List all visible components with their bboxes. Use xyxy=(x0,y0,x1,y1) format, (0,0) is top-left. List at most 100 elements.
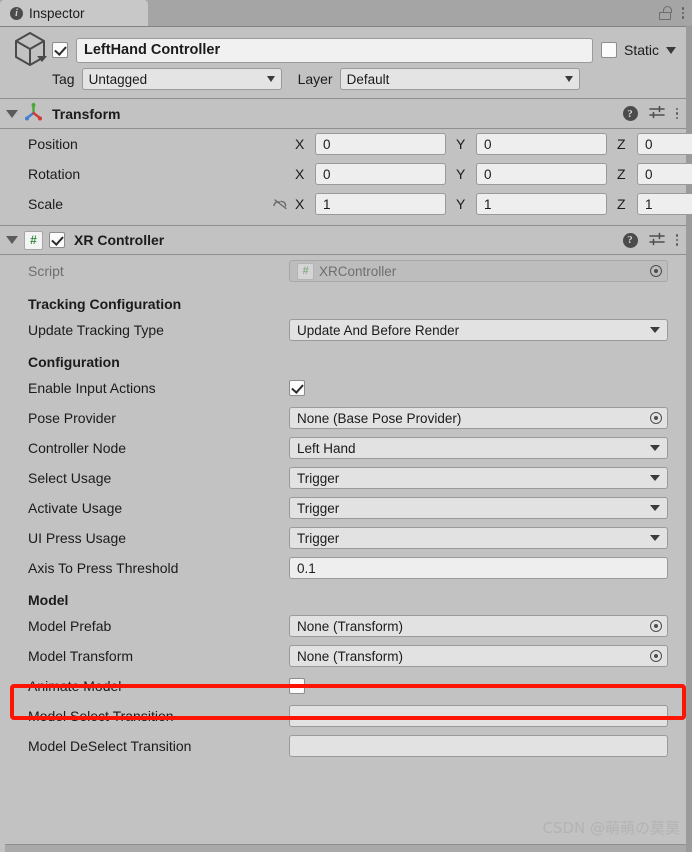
ui-press-usage-dropdown[interactable]: Trigger xyxy=(289,527,668,549)
position-z-value: 0 xyxy=(645,136,653,152)
static-label: Static xyxy=(623,42,659,58)
object-picker-icon[interactable] xyxy=(645,616,666,636)
scale-z-input[interactable]: 1 xyxy=(637,193,692,215)
rotation-y-input[interactable]: 0 xyxy=(476,163,607,185)
model-transform-object-field[interactable]: None (Transform) xyxy=(289,645,668,667)
model-transform-label: Model Transform xyxy=(28,648,134,664)
tag-dropdown[interactable]: Untagged xyxy=(81,68,282,90)
gameobject-name-input[interactable]: LeftHand Controller xyxy=(76,37,593,63)
enable-input-actions-field-wrap xyxy=(289,380,680,396)
rotation-z-input[interactable]: 0 xyxy=(637,163,692,185)
row-model-prefab: Model Prefab None (Transform) xyxy=(6,611,680,641)
xr-controller-foldout-icon[interactable] xyxy=(6,236,18,244)
row-update-tracking-type: Update Tracking Type Update And Before R… xyxy=(6,315,680,345)
tag-label: Tag xyxy=(52,71,75,87)
inspector-panel: LeftHand Controller Static Tag Untagged … xyxy=(0,26,692,852)
pose-provider-label: Pose Provider xyxy=(28,410,116,426)
scale-vector3: X 1 Y 1 Z 1 xyxy=(269,193,692,215)
rotation-x-input[interactable]: 0 xyxy=(315,163,446,185)
axis-to-press-threshold-input[interactable]: 0.1 xyxy=(289,557,668,579)
scale-label: Scale xyxy=(28,196,64,212)
model-prefab-object-field[interactable]: None (Transform) xyxy=(289,615,668,637)
gameobject-enabled-checkbox[interactable] xyxy=(52,42,68,58)
tab-inspector[interactable]: i Inspector xyxy=(0,0,148,26)
transform-foldout-icon[interactable] xyxy=(6,109,18,118)
scale-constrain-proportions-icon[interactable] xyxy=(269,195,291,213)
ui-press-usage-field-wrap: Trigger xyxy=(289,527,680,549)
position-vector3: X 0 Y 0 Z 0 xyxy=(269,133,692,155)
model-deselect-transition-input[interactable] xyxy=(289,735,668,757)
transform-component-header[interactable]: Transform ? xyxy=(0,99,686,129)
animate-model-field-wrap xyxy=(289,678,680,694)
row-model-transform: Model Transform None (Transform) xyxy=(6,641,680,671)
axis-label-z: Z xyxy=(617,196,626,212)
xr-controller-component-header[interactable]: # XR Controller ? xyxy=(0,225,686,255)
enable-input-actions-checkbox[interactable] xyxy=(289,380,305,396)
lock-open-icon[interactable] xyxy=(658,6,672,20)
scale-y-input[interactable]: 1 xyxy=(476,193,607,215)
scale-x-input[interactable]: 1 xyxy=(315,193,446,215)
rotation-lock-placeholder xyxy=(269,165,291,183)
info-icon: i xyxy=(10,6,23,20)
gameobject-name-row: LeftHand Controller Static xyxy=(8,32,676,66)
model-transform-field-wrap: None (Transform) xyxy=(289,645,680,667)
static-dropdown-caret-icon[interactable] xyxy=(666,46,676,54)
axis-label-y: Y xyxy=(456,166,466,182)
script-field-wrap: # XRController xyxy=(289,260,680,282)
section-header-model: Model xyxy=(28,592,69,608)
static-checkbox[interactable] xyxy=(600,42,617,58)
rotation-vector3: X 0 Y 0 Z 0 xyxy=(269,163,692,185)
xr-controller-title: XR Controller xyxy=(74,232,165,248)
controller-node-dropdown[interactable]: Left Hand xyxy=(289,437,668,459)
kebab-menu-icon[interactable] xyxy=(681,7,684,19)
kebab-menu-icon[interactable] xyxy=(675,107,678,120)
layer-value: Default xyxy=(346,71,390,87)
select-usage-value: Trigger xyxy=(297,470,340,486)
object-picker-icon[interactable] xyxy=(645,646,666,666)
model-prefab-value: None (Transform) xyxy=(297,618,404,634)
select-usage-label: Select Usage xyxy=(28,470,112,486)
scale-y-value: 1 xyxy=(484,196,492,212)
axis-label-y: Y xyxy=(456,136,466,152)
chevron-down-icon xyxy=(650,445,660,451)
tag-layer-row: Tag Untagged Layer Default xyxy=(8,65,676,93)
cube-icon[interactable] xyxy=(8,28,52,72)
section-header-tracking-configuration: Tracking Configuration xyxy=(28,296,182,312)
axis-label-z: Z xyxy=(617,166,626,182)
animate-model-checkbox[interactable] xyxy=(289,678,305,694)
cube-dropdown-caret-icon[interactable] xyxy=(37,56,47,62)
preset-sliders-icon[interactable] xyxy=(648,232,665,249)
controller-node-value: Left Hand xyxy=(297,440,356,456)
row-ui-press-usage: UI Press Usage Trigger xyxy=(6,523,680,553)
position-z-input[interactable]: 0 xyxy=(637,133,692,155)
panel-footer xyxy=(5,844,686,852)
model-deselect-transition-label: Model DeSelect Transition xyxy=(28,738,192,754)
section-header-configuration: Configuration xyxy=(28,354,120,370)
layer-dropdown[interactable]: Default xyxy=(339,68,580,90)
position-y-input[interactable]: 0 xyxy=(476,133,607,155)
inspector-window: i Inspector LeftHand Controller Static T… xyxy=(0,0,692,852)
axis-label-x: X xyxy=(295,196,305,212)
preset-sliders-icon[interactable] xyxy=(648,105,665,122)
pose-provider-object-field[interactable]: None (Base Pose Provider) xyxy=(289,407,668,429)
select-usage-dropdown[interactable]: Trigger xyxy=(289,467,668,489)
axis-to-press-threshold-field-wrap: 0.1 xyxy=(289,557,680,579)
controller-node-label: Controller Node xyxy=(28,440,127,456)
object-picker-icon xyxy=(645,261,666,281)
activate-usage-dropdown[interactable]: Trigger xyxy=(289,497,668,519)
rotation-label: Rotation xyxy=(28,166,81,182)
xr-controller-header-tools: ? xyxy=(622,232,678,249)
help-icon[interactable]: ? xyxy=(622,232,638,248)
row-controller-node: Controller Node Left Hand xyxy=(6,433,680,463)
xr-controller-enabled-checkbox[interactable] xyxy=(49,232,65,248)
position-x-input[interactable]: 0 xyxy=(315,133,446,155)
model-select-transition-input[interactable] xyxy=(289,705,668,727)
position-label: Position xyxy=(28,136,78,152)
kebab-menu-icon[interactable] xyxy=(675,234,678,246)
update-tracking-type-dropdown[interactable]: Update And Before Render xyxy=(289,319,668,341)
axis-to-press-threshold-value: 0.1 xyxy=(297,560,316,576)
help-icon[interactable]: ? xyxy=(622,106,638,121)
object-picker-icon[interactable] xyxy=(645,408,666,428)
script-value: XRController xyxy=(319,263,397,279)
pose-provider-value: None (Base Pose Provider) xyxy=(297,410,462,426)
